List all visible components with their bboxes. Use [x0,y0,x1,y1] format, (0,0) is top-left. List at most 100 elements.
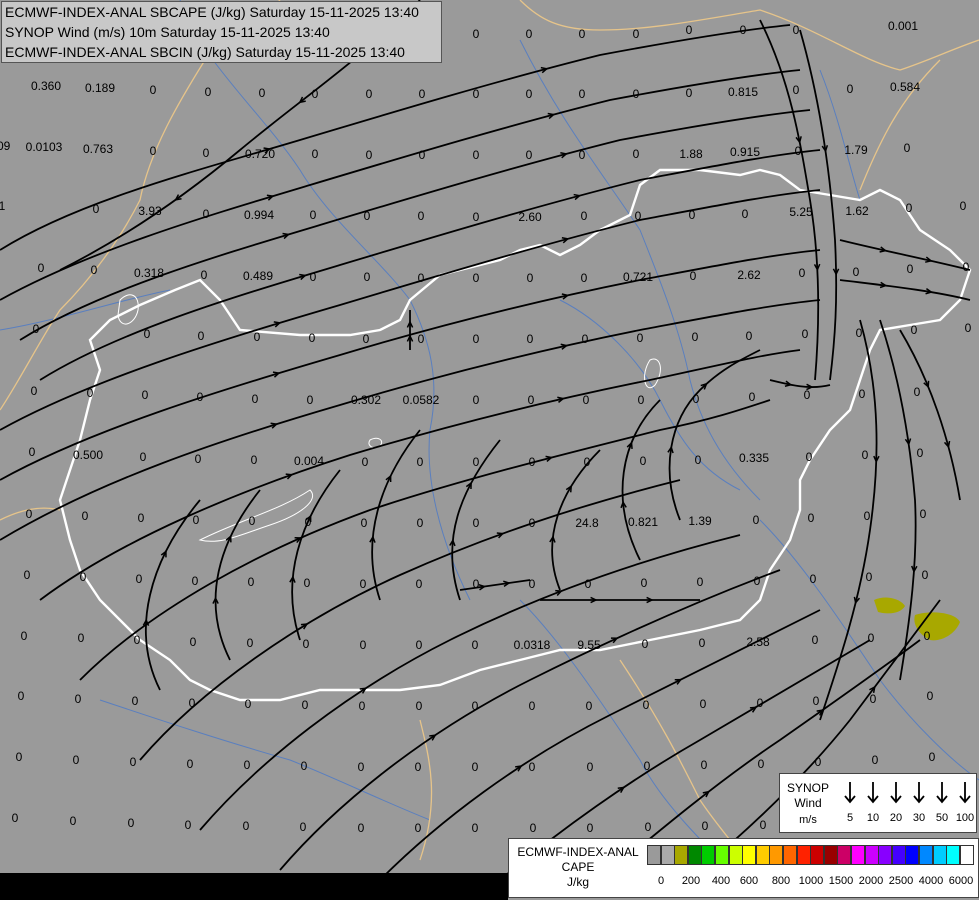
cape-value-label: 0 [907,262,914,276]
weather-map[interactable]: 0.001 0 0 0 0 0 0 0 0.360 0.189 0 0 0 0 0 0 0 0 0 0 0 0.815 0 0… [0,0,979,900]
wind-arrow-icon [867,782,879,804]
title-line-cin: ECMWF-INDEX-ANAL SBCIN (J/kg) Saturday 1… [5,44,405,60]
cape-value-label: 0 [637,331,644,345]
cape-legend-title-line1: ECMWF-INDEX-ANAL [517,845,639,859]
cape-color-swatch [796,845,811,865]
map-edge-band [0,873,508,900]
cape-value-label: 0 [812,633,819,647]
cape-value-label: 0 [581,209,588,223]
cape-value-label: 0 [203,207,210,221]
wind-arrow-icon [936,782,948,804]
cape-value-label: 0 [473,516,480,530]
cape-value-label: 0 [244,758,251,772]
cape-value-label: 0 [527,332,534,346]
cape-value-label: 0 [690,269,697,283]
cape-value-label: 0 [87,386,94,400]
cape-color-swatch [932,845,947,865]
cape-value-label: 0 [249,514,256,528]
cape-value-label: 0 [914,385,921,399]
cape-value-label: 0 [633,147,640,161]
cape-value-label: 2.58 [746,635,770,649]
cape-value-label: 0 [189,696,196,710]
cape-value-label: 0 [815,755,822,769]
cape-color-swatch [851,845,865,865]
cape-value-label: 0.0103 [26,140,63,154]
cape-tick-label: 1500 [828,875,854,887]
cape-tick-label: 6000 [948,875,974,887]
cape-value-label: 3.93 [138,204,162,218]
cape-value-label: 0 [73,753,80,767]
cape-value-label: 2.62 [737,268,761,282]
cape-value-label: 5.25 [789,205,813,219]
cape-value-label: 0 [872,753,879,767]
cape-tick-label: 200 [681,875,701,887]
cape-value-label: 0 [526,27,533,41]
cape-value-label: 1.39 [688,514,712,528]
cape-value-label: 0 [868,631,875,645]
cape-color-swatch [905,845,920,865]
cape-value-label: 0 [701,758,708,772]
cape-value-label: 0 [254,330,261,344]
cape-value-label: 0 [795,144,802,158]
cape-value-label: 0.189 [85,81,115,95]
cape-value-label: 0 [693,392,700,406]
cape-value-label: 0 [642,637,649,651]
cape-value-label: .09 [0,139,11,153]
cape-value-label: 0.994 [244,208,274,222]
cape-value-label: 0 [12,811,19,825]
cape-value-label: 0 [310,208,317,222]
cape-value-label: 0 [922,568,929,582]
synop-legend-unit: m/s [799,814,817,826]
cape-value-label: 0 [530,821,537,835]
cape-value-label: 0 [473,455,480,469]
wind-speed-label: 100 [955,812,975,824]
cape-color-swatch [660,845,675,865]
cape-value-label: 0 [24,568,31,582]
cape-value-label: 0 [586,699,593,713]
cape-legend-unit: J/kg [566,875,589,889]
cape-value-label: 0 [529,516,536,530]
cape-value-label: 0 [644,759,651,773]
cape-value-label: 0 [641,576,648,590]
cape-color-swatch [837,845,852,865]
cape-value-label: 1 [0,199,6,213]
cape-value-label: 0 [21,629,28,643]
cape-value-label: 0 [529,455,536,469]
cape-tick-label: 2500 [888,875,914,887]
cape-value-label: 0 [758,757,765,771]
cape-value-label: 0 [26,507,33,521]
cape-color-swatch [701,845,716,865]
cape-value-label: 0 [760,818,767,832]
cape-color-swatch [878,845,893,865]
cape-color-swatch [742,845,757,865]
cape-value-label: 0.489 [243,269,273,283]
cape-value-label: 0 [138,511,145,525]
cape-value-label: 0 [247,636,254,650]
cape-value-label: 0 [529,699,536,713]
cape-value-label: 0 [813,694,820,708]
cape-value-label: 0 [419,148,426,162]
cape-value-label: 0 [193,513,200,527]
cape-value-label: 0 [697,575,704,589]
cape-value-label: 0 [904,141,911,155]
cape-value-label: 0 [686,23,693,37]
cape-value-label: 0 [140,450,147,464]
cape-value-label: 0 [364,270,371,284]
cape-value-label: 0 [358,821,365,835]
cape-value-label: 0 [361,516,368,530]
cape-value-label: 0 [583,393,590,407]
cape-value-label: 0 [70,814,77,828]
cape-value-label: 0 [702,819,709,833]
cape-value-label: 0 [963,260,970,274]
cape-value-label: 0 [259,86,266,100]
cape-color-swatch [891,845,906,865]
cape-value-label: 0 [312,147,319,161]
cape-color-swatch [919,845,933,865]
cape-tick-label: 400 [711,875,731,887]
cape-value-label: 0.721 [623,270,653,284]
cape-value-label: 0 [312,87,319,101]
cape-value-label: 0 [529,577,536,591]
cape-value-label: 0 [18,689,25,703]
cape-value-label: 0 [802,327,809,341]
cape-value-label: 0 [91,263,98,277]
